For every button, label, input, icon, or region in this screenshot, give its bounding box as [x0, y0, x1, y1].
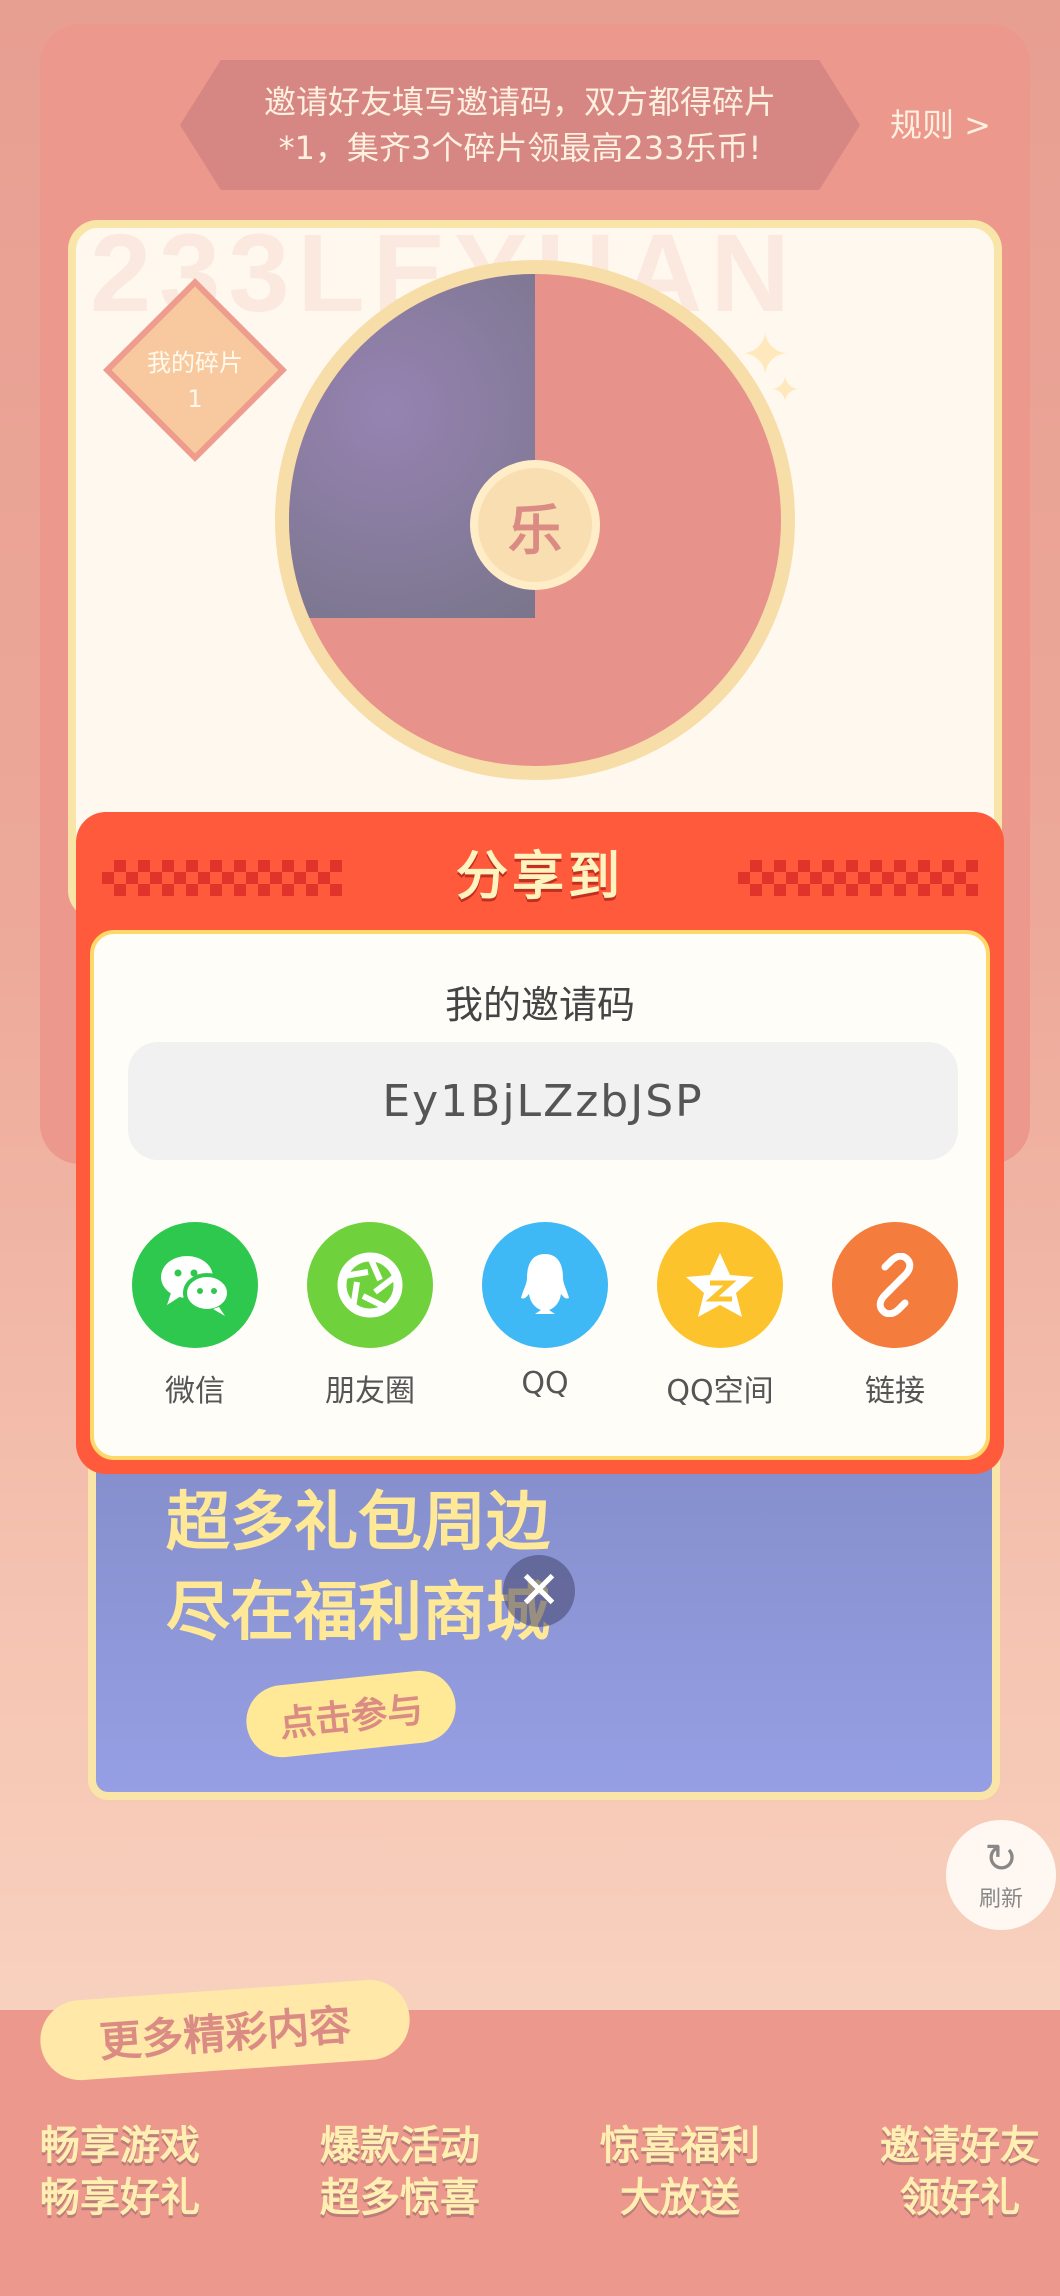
share-link-button[interactable]: 链接	[830, 1222, 960, 1410]
link-icon	[832, 1222, 958, 1348]
share-qzone-button[interactable]: QQ空间	[655, 1222, 785, 1410]
share-qq-button[interactable]: QQ	[480, 1222, 610, 1401]
moments-icon	[307, 1222, 433, 1348]
share-wechat-label: 微信	[165, 1374, 225, 1409]
share-qzone-label: QQ空间	[666, 1374, 774, 1409]
wechat-icon	[132, 1222, 258, 1348]
share-dialog: 分享到 我的邀请码 Ey1BjLZzbJSP 微信 朋友圈 QQ QQ空间 链接	[76, 812, 1004, 1474]
share-qq-label: QQ	[521, 1366, 569, 1401]
qq-icon	[482, 1222, 608, 1348]
share-wechat-button[interactable]: 微信	[130, 1222, 260, 1410]
share-moments-label: 朋友圈	[325, 1374, 415, 1409]
invite-code-value[interactable]: Ey1BjLZzbJSP	[128, 1042, 958, 1160]
share-dialog-body: 我的邀请码 Ey1BjLZzbJSP 微信 朋友圈 QQ QQ空间 链接	[90, 930, 990, 1460]
invite-code-label: 我的邀请码	[444, 983, 635, 1027]
share-moments-button[interactable]: 朋友圈	[305, 1222, 435, 1410]
share-link-label: 链接	[865, 1374, 925, 1409]
dialog-title: 分享到	[455, 847, 624, 907]
qzone-icon	[657, 1222, 783, 1348]
close-icon[interactable]: ✕	[503, 1555, 575, 1627]
